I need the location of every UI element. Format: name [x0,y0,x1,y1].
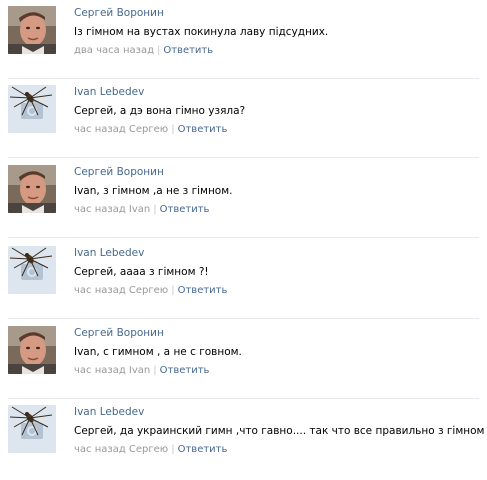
comment-meta: час назад Ivan | Ответить [74,364,483,377]
comment-meta: час назад Сергею | Ответить [74,284,483,297]
comment-item: Ivan Lebedev Сергей, а дэ вона гімно узя… [0,85,487,158]
reply-link[interactable]: Ответить [178,285,228,296]
reply-link[interactable]: Ответить [160,365,210,376]
comment-timestamp[interactable]: час назад Сергею [74,444,168,455]
comment-author-link[interactable]: Сергей Воронин [74,6,483,20]
comment-author-link[interactable]: Сергей Воронин [74,165,483,179]
comment-author-link[interactable]: Ivan Lebedev [74,246,483,260]
comment-author-link[interactable]: Сергей Воронин [74,326,483,340]
comment-text: Ivan, з гімном ,а не з гімном. [74,185,233,197]
avatar[interactable] [8,246,56,294]
comment-item: Сергей Воронин Із гімном на вустах покин… [0,6,487,79]
meta-separator: | [171,124,175,135]
comment-divider [8,398,479,399]
meta-separator: | [171,444,175,455]
comment-meta: два часа назад | Ответить [74,44,483,57]
comment-text: Ivan, с гимном , а не с говном. [74,346,242,358]
comment-meta: час назад Ivan | Ответить [74,203,483,216]
spider-camera-placeholder-icon [8,246,56,294]
comment-timestamp[interactable]: час назад Сергею [74,285,168,296]
reply-link[interactable]: Ответить [178,124,228,135]
spider-camera-placeholder-icon [8,405,56,453]
avatar[interactable] [8,326,56,374]
meta-separator: | [153,365,157,376]
comment-timestamp[interactable]: час назад Ivan [74,365,150,376]
user-photo-icon [8,326,56,374]
comment-author-link[interactable]: Ivan Lebedev [74,405,483,419]
comment-thread: Сергей Воронин Із гімном на вустах покин… [0,0,487,480]
comment-timestamp[interactable]: два часа назад [74,45,154,56]
comment-timestamp[interactable]: час назад Ivan [74,204,150,215]
comment-author-link[interactable]: Ivan Lebedev [74,85,483,99]
comment-item: Ivan Lebedev Сергей, аааа з гімном ?! ча… [0,246,487,319]
comment-divider [8,78,479,79]
user-photo-icon [8,6,56,54]
comment-text: Сергей, а дэ вона гімно узяла? [74,105,246,117]
user-photo-icon [8,165,56,213]
avatar[interactable] [8,165,56,213]
comment-item: Сергей Воронин Ivan, с гимном , а не с г… [0,326,487,399]
avatar[interactable] [8,6,56,54]
comment-text: Із гімном на вустах покинула лаву підсуд… [74,26,329,38]
comment-divider [8,318,479,319]
reply-link[interactable]: Ответить [163,45,213,56]
comment-meta: час назад Сергею | Ответить [74,443,483,456]
spider-camera-placeholder-icon [8,85,56,133]
reply-link[interactable]: Ответить [160,204,210,215]
comment-text: Сергей, да украинский гимн ,что гавно...… [74,425,485,437]
comment-item: Сергей Воронин Ivan, з гімном ,а не з гі… [0,165,487,238]
reply-link[interactable]: Ответить [178,444,228,455]
avatar[interactable] [8,85,56,133]
comment-divider [8,157,479,158]
meta-separator: | [153,204,157,215]
comment-text: Сергей, аааа з гімном ?! [74,266,209,278]
comment-timestamp[interactable]: час назад Сергею [74,124,168,135]
comment-item: Ivan Lebedev Сергей, да украинский гимн … [0,405,487,471]
avatar[interactable] [8,405,56,453]
comment-divider [8,237,479,238]
comment-meta: час назад Сергею | Ответить [74,123,483,136]
meta-separator: | [156,45,161,56]
meta-separator: | [171,285,175,296]
